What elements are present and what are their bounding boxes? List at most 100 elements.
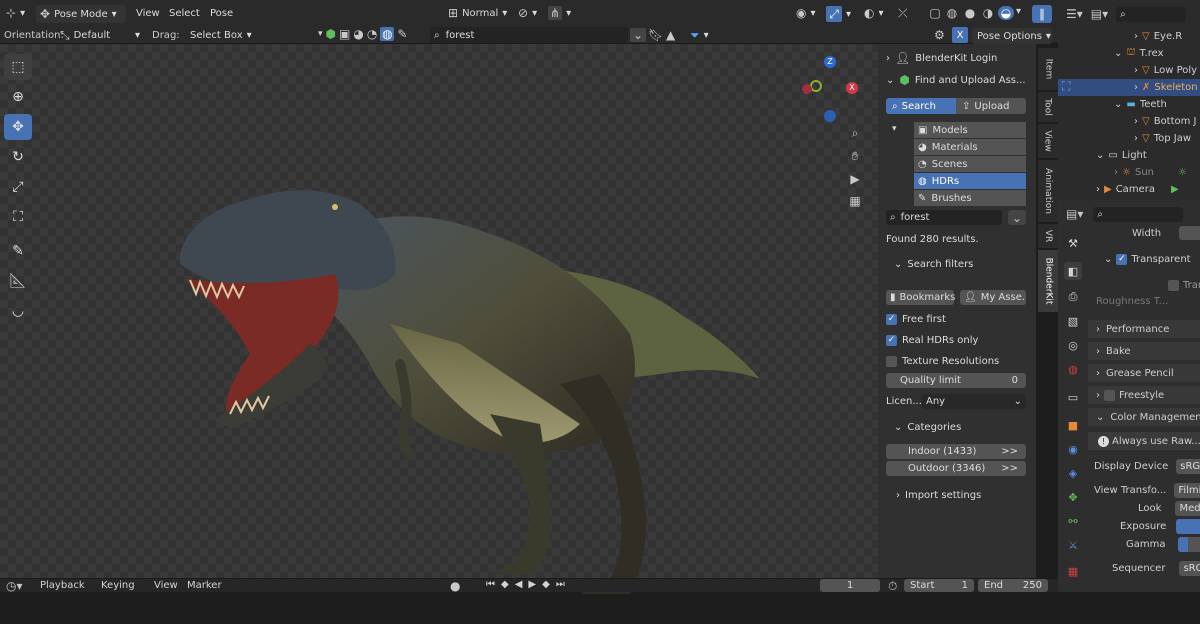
free-first-checkbox[interactable]: ✓Free first [878,312,1036,326]
record-icon[interactable]: ● [450,579,460,593]
quality-limit-field[interactable]: Quality limit0 [886,373,1026,388]
header-search-input[interactable]: ⌕forest [430,27,628,43]
chevron-down-icon[interactable]: ▾ [318,29,323,39]
outliner-item-selected[interactable]: ›✗Skeleton [1058,79,1200,96]
outliner-search-input[interactable]: ⌕ [1116,7,1186,22]
scene-icon[interactable]: ◔ [367,27,377,41]
outliner-item[interactable]: ›☼Sun☼ [1058,164,1200,181]
width-field[interactable] [1179,226,1200,240]
move-tool[interactable]: ✥ [4,114,32,140]
navigation-gizmo[interactable]: Z X [798,52,868,122]
particles-tab-icon[interactable]: ◈ [1064,464,1082,482]
my-assets-button[interactable]: 👤︎My Asse... [960,290,1026,305]
rotate-tool[interactable]: ↻ [4,144,32,170]
color-management-panel[interactable]: ⌄Color Management [1088,408,1200,426]
constraints-tab-icon[interactable]: ⚯ [1064,512,1082,530]
view-layer-tab-icon[interactable]: ▧ [1064,312,1082,330]
search-tab[interactable]: ⌕Search [886,98,956,114]
tab-animation[interactable]: Animation [1038,160,1058,222]
tab-vr[interactable]: VR [1038,224,1058,248]
menu-select[interactable]: Select [169,8,200,19]
collection-tab-icon[interactable]: ▭ [1064,388,1082,406]
grease-pencil-panel[interactable]: ›Grease Pencil [1088,364,1200,382]
jump-end-icon[interactable]: ⏭ [556,579,565,590]
user-icon[interactable]: ▲ [666,28,675,42]
gizmo-toggle[interactable]: ⤢▾ [826,6,851,22]
overlay-toggle[interactable]: ◐▾ [864,6,884,20]
tool-tab-icon[interactable]: ⚒ [1064,234,1082,252]
play-icon[interactable]: ▶ [528,579,536,590]
editor-type-icon[interactable]: ☰▾ [1066,7,1083,21]
bookmarks-button[interactable]: ▮Bookmarks [886,290,954,305]
jump-start-icon[interactable]: ⏮ [486,579,495,590]
properties-search-input[interactable]: ⌕ [1093,207,1183,222]
sequencer-dropdown[interactable]: sRGB [1179,561,1200,576]
transform-tool[interactable]: ⛶ [4,204,32,230]
texture-tab-icon[interactable]: ▦ [1064,562,1082,580]
cube-icon[interactable]: ▣ [339,27,350,41]
measure-tool[interactable]: 📐︎ [4,268,32,294]
hand-icon[interactable]: ✋︎ [852,149,859,164]
3d-viewport[interactable]: ⬚ ⊕ ✥ ↻ ⤢ ⛶ ✎ 📐︎ ◡ Z X ⌕ ✋︎ ▶ ▦ [0,44,878,578]
pause-icon[interactable]: ∥ [1032,5,1052,23]
transparent-row[interactable]: ⌄✓Transparent [1088,250,1200,268]
bookmark-icon[interactable]: 🔖︎ [648,28,663,42]
menu-playback[interactable]: Playback [40,580,85,591]
view-transform-dropdown[interactable]: Filmic [1174,483,1200,498]
performance-panel[interactable]: ›Performance [1088,320,1200,338]
search-filters-row[interactable]: ⌄Search filters [878,256,1036,272]
exposure-slider[interactable] [1176,519,1200,534]
freestyle-panel[interactable]: ›Freestyle [1088,386,1200,404]
upload-tab[interactable]: ⇪Upload [956,98,1026,114]
material-shading-icon[interactable]: ◑ [980,6,996,20]
prev-key-icon[interactable]: ◆ [501,579,509,590]
tab-view[interactable]: View [1038,124,1058,158]
drag-dropdown[interactable]: Select Box▾ [190,30,252,41]
bone-size-tool[interactable]: ◡ [4,298,32,324]
chevron-down-icon[interactable]: ▾ [1016,6,1021,20]
pivot-dropdown[interactable]: ⊘▾ [518,6,537,20]
editor-type-icon[interactable]: ▤▾ [1066,207,1083,221]
current-frame-field[interactable]: 1 [820,579,880,592]
search-dropdown-icon[interactable]: ⌄ [1008,210,1026,225]
x-axis-toggle[interactable]: X [952,27,968,43]
outliner-item[interactable]: ⌄⛫T.rex [1058,45,1200,62]
look-dropdown[interactable]: Mediu [1175,501,1200,516]
annotate-tool[interactable]: ✎ [4,238,32,264]
outliner-item[interactable]: ›▽Top Jaw [1058,130,1200,147]
bake-panel[interactable]: ›Bake [1088,342,1200,360]
category-brushes[interactable]: ✎Brushes [914,190,1026,206]
license-dropdown[interactable]: Any⌄ [922,394,1026,409]
login-row[interactable]: ›👤︎BlenderKit Login [878,50,1036,66]
search-options-icon[interactable]: ⌄ [630,28,646,42]
physics-tab-icon[interactable]: ✥ [1064,488,1082,506]
play-reverse-icon[interactable]: ◀ [515,579,523,590]
menu-keying[interactable]: Keying [101,580,135,591]
visibility-dropdown[interactable]: ◉▾ [796,6,816,20]
world-tab-icon[interactable]: ◍ [1064,360,1082,378]
cursor-tool[interactable]: ⊕ [4,84,32,110]
scale-tool[interactable]: ⤢ [4,174,32,200]
neg-z-handle[interactable] [824,110,836,122]
tab-tool[interactable]: Tool [1038,92,1058,122]
camera-icon[interactable]: ▶ [850,172,859,186]
sphere-icon[interactable]: ◕ [353,27,363,41]
x-axis-handle[interactable]: X [846,82,858,94]
transform-orientation-dropdown[interactable]: ⊞Normal▾ [448,6,507,20]
category-collapse-icon[interactable]: ▾ [892,124,897,134]
orientation-dropdown[interactable]: ⤡Default▾ [60,28,140,43]
tab-item[interactable]: Item [1038,48,1058,90]
category-hdrs[interactable]: ◍HDRs [914,173,1026,189]
render-tab-icon[interactable]: ◧ [1064,262,1082,280]
asset-search-input[interactable]: ⌕forest [886,210,1002,225]
modifier-tab-icon[interactable]: ◉ [1064,440,1082,458]
outliner-item[interactable]: ›▶Camera▶ [1058,181,1200,198]
end-frame-field[interactable]: End250 [978,579,1048,592]
object-tab-icon[interactable]: ■ [1064,416,1082,434]
category-scenes[interactable]: ◔Scenes [914,156,1026,172]
next-key-icon[interactable]: ◆ [542,579,550,590]
menu-view[interactable]: View [136,8,160,19]
neg-x-handle[interactable] [802,84,812,94]
wireframe-sphere-icon[interactable]: ◍ [944,6,960,20]
zoom-icon[interactable]: ⌕ [852,126,859,141]
